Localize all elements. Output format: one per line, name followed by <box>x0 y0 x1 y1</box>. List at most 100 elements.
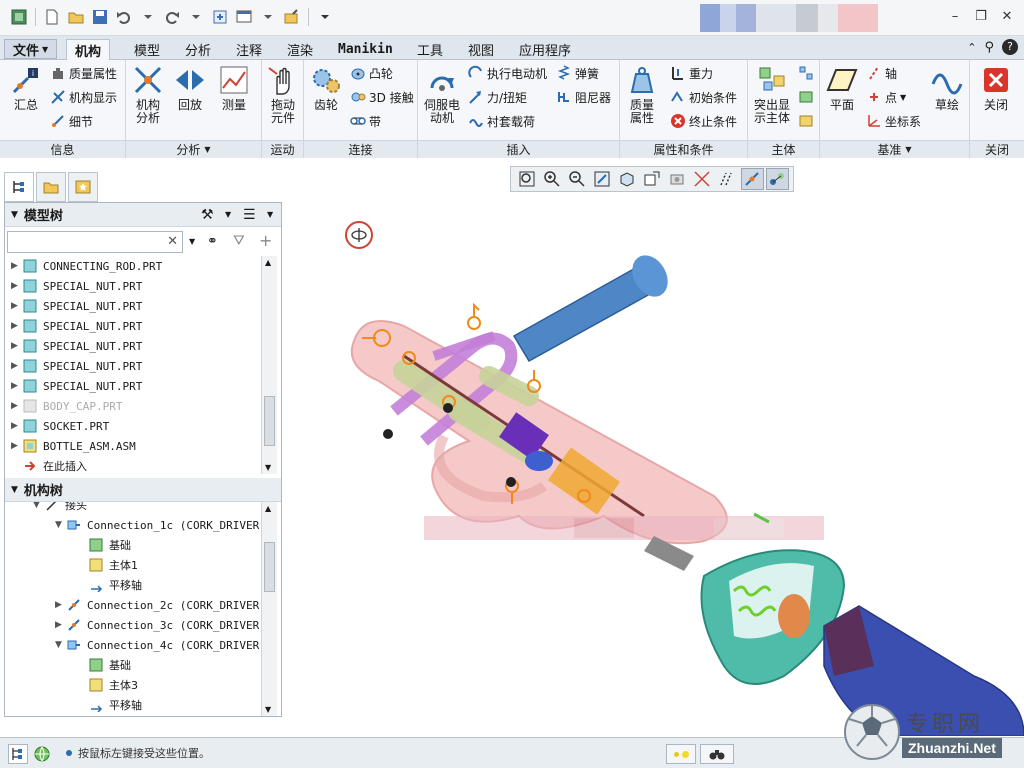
open-folder-icon[interactable] <box>65 6 87 28</box>
tab-render[interactable]: 渲染 <box>279 39 321 60</box>
find-button[interactable] <box>700 744 734 764</box>
expand-arrow-icon[interactable]: ▼ <box>33 502 45 510</box>
connection-display-button[interactable] <box>765 168 790 190</box>
expand-arrow-icon[interactable]: ▶ <box>11 381 23 391</box>
expand-arrow-icon[interactable]: ▶ <box>11 261 23 271</box>
model-tree-tab[interactable] <box>4 172 34 202</box>
perspective-button[interactable] <box>691 168 714 190</box>
expand-arrow-icon[interactable]: ▶ <box>11 401 23 411</box>
regenerate-icon[interactable] <box>209 6 231 28</box>
socket[interactable] <box>700 549 846 685</box>
close-window-icon[interactable] <box>281 6 303 28</box>
filter-icon[interactable]: ⛛ <box>233 233 245 249</box>
mech-tree-scrollbar[interactable]: ▲ ▼ <box>261 502 277 716</box>
axis-button[interactable]: 轴 <box>866 63 897 83</box>
save-icon[interactable] <box>89 6 111 28</box>
expand-arrow-icon[interactable]: ▶ <box>55 600 67 610</box>
gear-button[interactable]: 齿轮 <box>306 64 346 112</box>
tree-item[interactable]: ▶ SPECIAL_NUT.PRT <box>11 316 142 336</box>
expand-arrow-icon[interactable]: ▶ <box>11 321 23 331</box>
mass-properties-button[interactable]: 质量 属性 <box>622 64 662 125</box>
collapse-ribbon-icon[interactable]: ⌃ <box>967 41 976 54</box>
tree-item[interactable]: ▶ CONNECTING_ROD.PRT <box>11 256 162 276</box>
damper-button[interactable]: 阻尼器 <box>556 87 611 107</box>
repaint-button[interactable] <box>590 168 613 190</box>
tab-mechanism[interactable]: 机构 <box>66 39 111 60</box>
tree-item[interactable]: 主体1 <box>89 555 138 575</box>
spring-button[interactable]: 弹簧 <box>556 63 599 83</box>
expand-arrow-icon[interactable]: ▼ <box>55 520 67 530</box>
tree-item[interactable]: ▶ SPECIAL_NUT.PRT <box>11 376 142 396</box>
tab-analysis[interactable]: 分析 <box>177 39 219 60</box>
datum-display-button[interactable] <box>716 168 739 190</box>
windows-dropdown-icon[interactable] <box>257 6 279 28</box>
measure-button[interactable]: 测量 <box>216 64 252 112</box>
tree-item[interactable]: ▶ BOTTLE_ASM.ASM <box>11 436 136 456</box>
tree-item[interactable]: ▶ SPECIAL_NUT.PRT <box>11 356 142 376</box>
search-icon[interactable]: ⚲ <box>984 40 994 55</box>
add-icon[interactable]: + <box>259 231 272 250</box>
refit-button[interactable] <box>515 168 538 190</box>
servo-motor-button[interactable]: 伺服电 动机 <box>420 64 464 125</box>
file-menu[interactable]: 文件 ▼ <box>4 39 58 59</box>
tree-item[interactable]: 主体3 <box>89 675 138 695</box>
settings-icon[interactable]: ⚒ <box>201 207 214 223</box>
group-datum-label[interactable]: 基准 ▼ <box>820 140 969 158</box>
drag-components-button[interactable]: 拖动 元件 <box>264 64 302 125</box>
redo-dropdown-icon[interactable] <box>185 6 207 28</box>
new-file-icon[interactable] <box>41 6 63 28</box>
tree-item[interactable]: ▶ SPECIAL_NUT.PRT <box>11 276 142 296</box>
tree-item[interactable]: ▶ Connection_3c (CORK_DRIVER) <box>55 615 261 635</box>
expand-arrow-icon[interactable]: ▶ <box>11 441 23 451</box>
undo-icon[interactable] <box>113 6 135 28</box>
mechanism-display-button[interactable] <box>740 168 764 190</box>
point-button[interactable]: 点 ▼ <box>866 87 906 107</box>
help-icon[interactable]: ? <box>1002 39 1018 55</box>
bushing-load-button[interactable]: 衬套载荷 <box>468 111 535 131</box>
model-tree-search-input[interactable]: ✕ <box>7 231 183 253</box>
tree-item[interactable]: 平移轴 <box>89 575 142 595</box>
model-tree-scrollbar[interactable]: ▲ ▼ <box>261 256 277 474</box>
chevron-down-icon[interactable]: ▼ <box>189 237 195 246</box>
close-button[interactable]: 关闭 <box>976 64 1016 112</box>
insert-here-item[interactable]: 在此插入 <box>11 456 87 476</box>
view-manager-button[interactable] <box>666 168 689 190</box>
detail-button[interactable]: 细节 <box>50 111 93 131</box>
undo-dropdown-icon[interactable] <box>137 6 159 28</box>
windows-icon[interactable] <box>233 6 255 28</box>
force-torque-button[interactable]: 力/扭矩 <box>468 87 527 107</box>
mass-props-button[interactable]: 质量属性 <box>50 63 117 83</box>
tab-annotate[interactable]: 注释 <box>228 39 270 60</box>
find-icon[interactable]: ⚭ <box>207 234 218 249</box>
saved-orientations-button[interactable] <box>640 168 663 190</box>
toggle-navigator-button[interactable] <box>8 744 28 764</box>
body-tool-2[interactable] <box>798 87 814 107</box>
mech-analysis-button[interactable]: 机构 分析 <box>130 64 166 125</box>
tree-item[interactable]: ▶ SOCKET.PRT <box>11 416 109 436</box>
summary-button[interactable]: i 汇总 <box>6 64 46 112</box>
zoom-in-button[interactable] <box>540 168 563 190</box>
tree-item[interactable]: ▶ Connection_2c (CORK_DRIVER) <box>55 595 261 615</box>
chevron-down-icon[interactable]: ▼ <box>267 210 273 219</box>
scroll-up-icon[interactable]: ▲ <box>265 504 271 513</box>
selection-indicator[interactable] <box>666 744 696 764</box>
tree-item[interactable]: ▶ SPECIAL_NUT.PRT <box>11 296 142 316</box>
customize-qat-icon[interactable] <box>314 6 336 28</box>
expand-arrow-icon[interactable]: ▼ <box>55 640 67 650</box>
body-tool-1[interactable] <box>798 63 814 83</box>
model-tree-header[interactable]: ▼ 模型树 ⚒ ▼ ☰ ▼ <box>5 203 281 227</box>
group-analysis-label[interactable]: 分析 ▼ <box>126 140 261 158</box>
tab-view[interactable]: 视图 <box>460 39 502 60</box>
contact-3d-button[interactable]: 3D 接触 <box>350 87 414 107</box>
tree-item[interactable]: 基础 <box>89 535 131 555</box>
sketch-button[interactable]: 草绘 <box>928 64 966 112</box>
graphics-viewport[interactable] <box>284 196 1024 736</box>
tree-item[interactable]: 平移轴 <box>89 695 142 715</box>
show-options-icon[interactable]: ☰ <box>243 207 256 223</box>
zoom-out-button[interactable] <box>565 168 588 190</box>
expand-arrow-icon[interactable]: ▶ <box>11 301 23 311</box>
termination-conditions-button[interactable]: 终止条件 <box>670 111 737 131</box>
initial-conditions-button[interactable]: 初始条件 <box>670 87 737 107</box>
restore-icon[interactable]: ❐ <box>970 6 992 26</box>
scroll-thumb[interactable] <box>264 396 275 446</box>
